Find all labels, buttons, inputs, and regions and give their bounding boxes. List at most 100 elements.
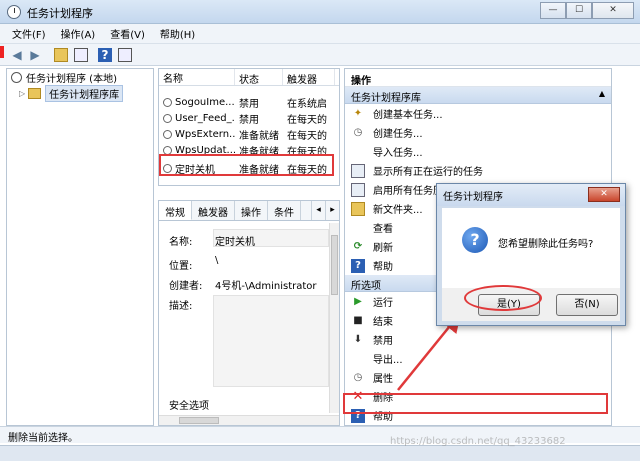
clock-icon — [11, 71, 22, 83]
menu-view[interactable]: 查看(V) — [110, 26, 145, 41]
action-label: 禁用 — [373, 336, 393, 347]
list-header: 名称 状态 触发器 — [159, 69, 339, 86]
tree-item-library[interactable]: ▷ 任务计划程序库 — [19, 84, 124, 102]
down-arrow-icon: ⬇ — [353, 333, 363, 345]
dialog-title-bar: 任务计划程序 ✕ — [437, 184, 625, 206]
no-button[interactable]: 否(N) — [556, 294, 618, 316]
window-list-icon — [351, 163, 365, 178]
security-options-label: 安全选项 — [169, 401, 209, 412]
action-create-basic-task[interactable]: ✦ 创建基本任务... — [345, 104, 611, 123]
table-row[interactable]: WpsExtern... 准备就绪 在每天的 — [159, 126, 339, 142]
blank-icon — [351, 145, 365, 159]
menu-bar: 文件(F) 操作(A) 查看(V) 帮助(H) — [0, 24, 640, 44]
section-label: 所选项 — [351, 281, 381, 292]
action-show-running[interactable]: 显示所有正在运行的任务 — [345, 161, 611, 180]
red-marker — [0, 46, 4, 58]
description-field[interactable] — [213, 295, 329, 387]
menu-file[interactable]: 文件(F) — [12, 26, 46, 41]
location-value: \ — [215, 255, 219, 266]
action-export[interactable]: 导出... — [345, 349, 611, 368]
history-icon — [351, 182, 365, 197]
status-text: 删除当前选择。 — [8, 433, 78, 444]
action-label: 帮助 — [373, 262, 393, 273]
task-status: 禁用 — [239, 98, 259, 110]
tree-item-local[interactable]: 任务计划程序 (本地) — [11, 69, 117, 85]
task-name: User_Feed_... — [175, 112, 235, 124]
author-value: 4号机-\Administrator — [215, 281, 317, 292]
horizontal-scrollbar[interactable] — [159, 415, 339, 425]
help-icon[interactable]: ? — [98, 48, 112, 62]
author-label: 创建者: — [169, 281, 203, 292]
up-folder-icon[interactable] — [54, 48, 68, 62]
name-value: 定时关机 — [215, 237, 255, 248]
help-icon: ? — [351, 258, 365, 273]
tab-triggers[interactable]: 触发器 — [192, 201, 235, 220]
close-button[interactable]: ✕ — [592, 2, 634, 19]
section-task-library[interactable]: 任务计划程序库 ▲ — [345, 87, 611, 104]
section-label: 任务计划程序库 — [351, 93, 421, 104]
action-import-task[interactable]: 导入任务... — [345, 142, 611, 161]
menu-help[interactable]: 帮助(H) — [160, 26, 195, 41]
task-status: 准备就绪 — [239, 130, 279, 142]
action-label: 启用所有任务历 — [373, 186, 443, 197]
table-row[interactable]: User_Feed_... 禁用 在每天的 — [159, 110, 339, 126]
tab-conditions[interactable]: 条件 — [268, 201, 301, 220]
action-label: 运行 — [373, 298, 393, 309]
collapse-icon[interactable]: ▲ — [599, 89, 605, 98]
tab-general[interactable]: 常规 — [159, 201, 192, 220]
dialog-title: 任务计划程序 — [443, 192, 503, 203]
tab-actions[interactable]: 操作 — [235, 201, 268, 220]
dialog-message: 您希望删除此任务吗? — [498, 239, 594, 250]
task-scheduler-icon — [7, 5, 21, 19]
show-action-pane-icon[interactable] — [118, 48, 132, 62]
expand-arrow-icon[interactable]: ▷ — [19, 89, 25, 98]
show-hide-tree-icon[interactable] — [74, 48, 88, 62]
dialog-body: ? 您希望删除此任务吗? — [442, 208, 620, 288]
forward-arrow-icon[interactable]: ▶ — [28, 48, 42, 62]
scroll-thumb[interactable] — [179, 417, 219, 424]
yes-button-highlight — [464, 285, 542, 311]
minimize-button[interactable]: — — [540, 2, 566, 19]
table-row[interactable]: SogouIme... 禁用 在系统启 — [159, 94, 339, 110]
scroll-thumb[interactable] — [331, 235, 338, 295]
clock-icon: ◷ — [353, 371, 363, 383]
task-detail-pane: 常规 触发器 操作 条件 ◂ ▸ 名称: 定时关机 位置: \ 创建者: 4号机… — [158, 200, 340, 426]
column-status[interactable]: 状态 — [235, 69, 283, 85]
actions-title: 操作 — [345, 69, 611, 87]
vertical-scrollbar[interactable] — [329, 223, 339, 413]
tab-scroll-left-icon[interactable]: ◂ — [311, 201, 325, 220]
task-trigger: 在每天的 — [287, 114, 327, 126]
column-name[interactable]: 名称 — [159, 69, 235, 85]
tab-scroll-right-icon[interactable]: ▸ — [325, 201, 339, 220]
action-label: 导入任务... — [373, 148, 423, 159]
action-disable[interactable]: ⬇ 禁用 — [345, 330, 611, 349]
tree-item-label: 任务计划程序 (本地) — [26, 73, 117, 85]
action-create-task[interactable]: ◷ 创建任务... — [345, 123, 611, 142]
menu-action[interactable]: 操作(A) — [61, 26, 96, 41]
wizard-icon: ✦ — [353, 107, 363, 119]
task-clock-icon — [163, 129, 172, 139]
task-trigger: 在每天的 — [287, 130, 327, 142]
location-label: 位置: — [169, 261, 193, 272]
task-status: 禁用 — [239, 114, 259, 126]
task-trigger: 在系统启 — [287, 98, 327, 110]
back-arrow-icon[interactable]: ◀ — [10, 48, 24, 62]
action-label: 刷新 — [373, 243, 393, 254]
action-label: 创建基本任务... — [373, 110, 443, 121]
dialog-close-button[interactable]: ✕ — [588, 187, 620, 202]
window-title: 任务计划程序 — [27, 7, 93, 20]
toolbar: ◀ ▶ ? — [0, 44, 640, 66]
action-label: 导出... — [373, 355, 403, 366]
action-label: 查看 — [373, 224, 393, 235]
title-bar: 任务计划程序 — ☐ ✕ — [0, 0, 640, 24]
task-clock-icon — [163, 97, 172, 107]
task-name: SogouIme... — [175, 96, 235, 108]
action-properties[interactable]: ◷ 属性 — [345, 368, 611, 387]
tree-item-label: 任务计划程序库 — [45, 84, 124, 102]
selected-task-highlight — [159, 154, 334, 176]
maximize-button[interactable]: ☐ — [566, 2, 592, 19]
task-name: WpsExtern... — [175, 128, 235, 140]
column-trigger[interactable]: 触发器 — [283, 69, 335, 85]
watermark: https://blog.csdn.net/qq_43233682 — [390, 436, 566, 447]
name-label: 名称: — [169, 237, 193, 248]
